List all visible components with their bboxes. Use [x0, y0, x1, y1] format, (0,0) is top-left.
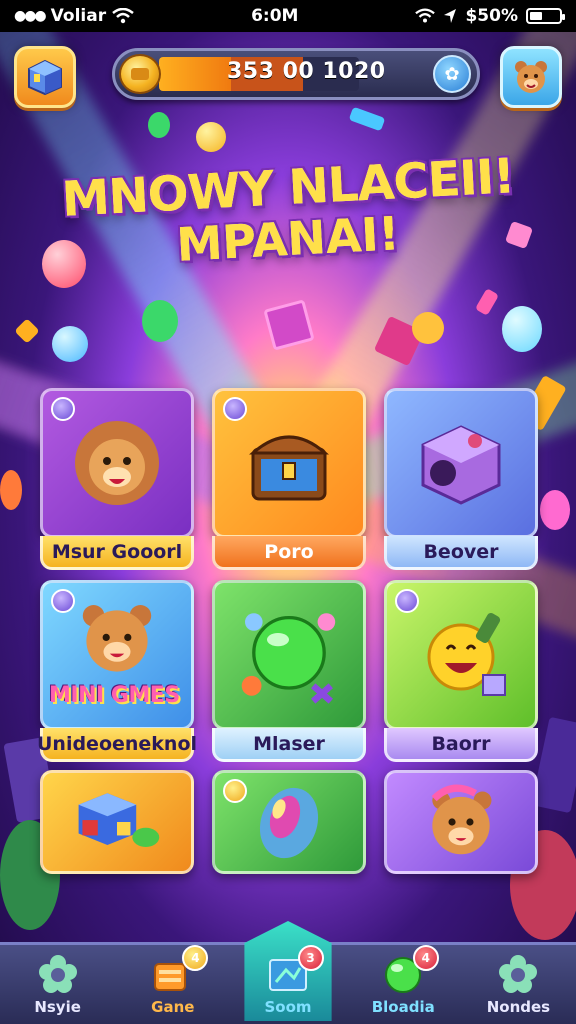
- tile-art: [384, 770, 538, 874]
- confetti-piece: [0, 470, 22, 510]
- confetti-piece: [412, 312, 444, 344]
- tile-art: [384, 388, 538, 538]
- mini-games-art-text: MINI GMES: [49, 683, 180, 708]
- green-orb-icon: [241, 613, 336, 704]
- nav-label: Bloadia: [371, 998, 435, 1016]
- flower-icon: [36, 954, 80, 994]
- profile-button[interactable]: [500, 46, 562, 108]
- battery-icon: [526, 8, 565, 24]
- top-bar: 353 00 1020 ✿: [0, 42, 576, 112]
- smiley-icon: [427, 612, 506, 696]
- tag-icon: [223, 779, 247, 803]
- notification-badge: 3: [297, 945, 324, 971]
- gift-cubes-icon: [78, 793, 160, 847]
- nav-item-bloadia[interactable]: 4 Bloadia: [346, 945, 461, 1024]
- tile-art: [212, 580, 366, 730]
- nav-label: Nondes: [486, 998, 551, 1016]
- confetti-piece: [148, 112, 170, 138]
- nav-label: Soom: [264, 998, 312, 1016]
- gear-icon: ✿: [444, 63, 460, 85]
- nav-item-nondes[interactable]: Nondes: [461, 945, 576, 1024]
- flower-icon: [496, 954, 540, 994]
- tile-art: [212, 388, 366, 538]
- wifi-icon: [112, 8, 134, 24]
- tile-label: Msur Gooorl: [40, 536, 194, 570]
- location-arrow-icon: [444, 9, 457, 23]
- notification-badge: 4: [182, 945, 209, 971]
- status-bar: ●●● Voliar 6:0M $50%: [0, 0, 576, 32]
- bear-icon: [82, 604, 152, 672]
- tile-label: Beover: [384, 536, 538, 570]
- inventory-button[interactable]: [14, 46, 76, 108]
- clock: 6:0M: [251, 6, 299, 26]
- tile-art: MINI GMES: [40, 580, 194, 730]
- nav-item-gane[interactable]: 4 Gane: [115, 945, 230, 1024]
- bear-icon: [431, 784, 492, 855]
- currency-value: 353 00 1020: [227, 59, 386, 84]
- treasure-chest-icon: [249, 435, 329, 501]
- coin-icon: [119, 54, 161, 94]
- tile-label: Poro: [212, 536, 366, 570]
- gem-icon: [259, 787, 319, 859]
- lion-icon: [75, 421, 159, 505]
- page-title: MNOWY NLACEII! MPANAI!: [0, 148, 576, 272]
- tile-art: [212, 770, 366, 874]
- speaker-cube-icon: [421, 425, 501, 505]
- cube-icon: [28, 59, 62, 96]
- nav-item-soom[interactable]: 3 Soom: [230, 945, 345, 1024]
- currency-bar: 353 00 1020 ✿: [112, 48, 480, 100]
- battery-percent: $50%: [465, 6, 518, 26]
- confetti-piece: [263, 299, 315, 351]
- notification-badge: 4: [412, 945, 439, 971]
- tile-art: [40, 388, 194, 538]
- add-currency-button[interactable]: ✿: [433, 55, 471, 93]
- nav-label: Nsyie: [34, 998, 81, 1016]
- tile-art: [40, 770, 194, 874]
- signal-dots-icon: ●●●: [14, 8, 47, 24]
- carrier-name: Voliar: [50, 6, 107, 26]
- tile-art: [384, 580, 538, 730]
- wifi-icon: [415, 8, 436, 23]
- tile-label: Mlaser: [212, 728, 366, 762]
- confetti-piece: [52, 326, 88, 362]
- confetti-piece: [14, 318, 40, 344]
- bottom-nav: Nsyie 4 Gane 3 Soom 4 Bloadia Nondes: [0, 942, 576, 1024]
- tile-label: Unideoeneknol: [37, 728, 197, 762]
- nav-item-nsyie[interactable]: Nsyie: [0, 945, 115, 1024]
- avatar-bear-icon: [515, 61, 547, 93]
- confetti-piece: [474, 288, 500, 316]
- confetti-piece: [196, 122, 226, 152]
- tile-label: Baorr: [384, 728, 538, 762]
- nav-label: Gane: [151, 998, 195, 1016]
- confetti-piece: [142, 300, 178, 342]
- confetti-piece: [502, 306, 542, 352]
- confetti-piece: [540, 490, 570, 530]
